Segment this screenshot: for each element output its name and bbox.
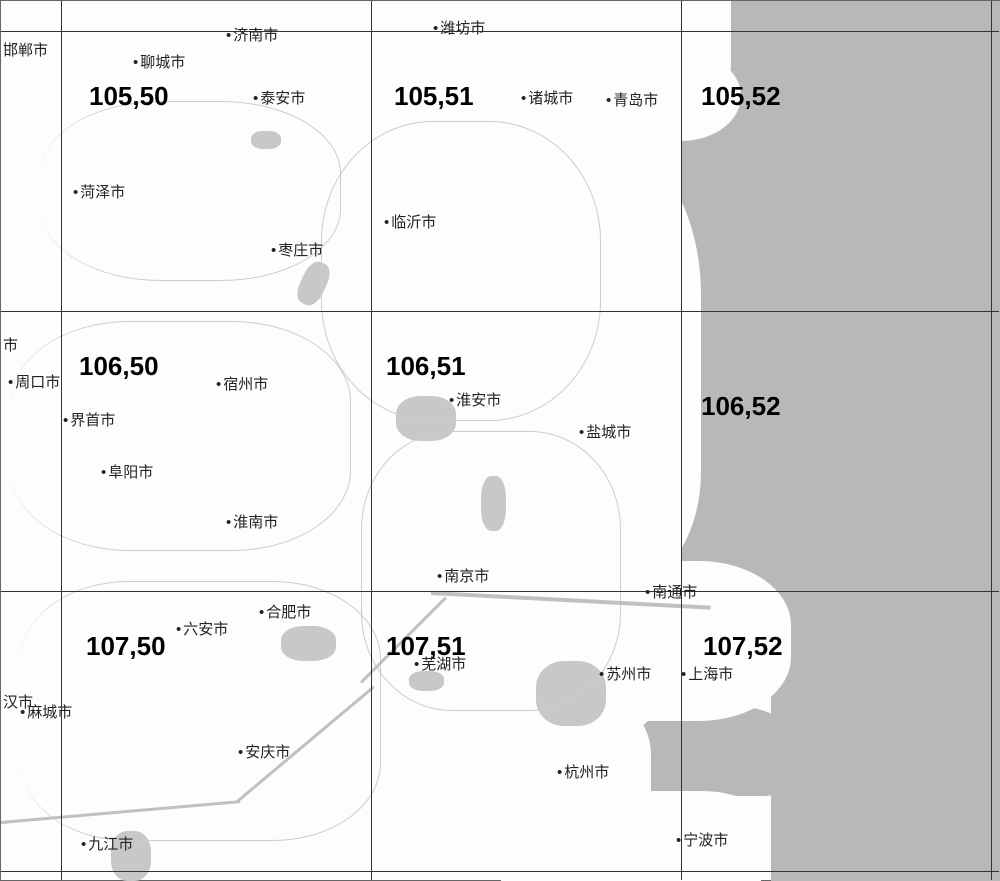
city-suzhou-js: 苏州市: [599, 663, 651, 684]
city-luan: 六安市: [176, 618, 228, 639]
map-container: 105,50 105,51 105,52 106,50 106,51 106,5…: [0, 0, 1000, 881]
city-liaocheng: 聊城市: [133, 51, 185, 72]
city-partial-west2: 市: [1, 334, 18, 355]
tile-label-8: 107,52: [703, 631, 783, 662]
tile-label-3: 106,50: [79, 351, 159, 382]
city-fuyang: 阜阳市: [101, 461, 153, 482]
city-anqing: 安庆市: [238, 741, 290, 762]
grid-v-0: [61, 1, 62, 880]
city-wuhu: 芜湖市: [414, 653, 466, 674]
border-2: [11, 321, 351, 551]
tile-label-1: 105,51: [394, 81, 474, 112]
city-handan: 邯郸市: [1, 39, 48, 60]
grid-h-2: [1, 591, 999, 592]
city-hangzhou: 杭州市: [557, 761, 609, 782]
city-taian: 泰安市: [253, 87, 305, 108]
city-yancheng: 盐城市: [579, 421, 631, 442]
city-shanghai: 上海市: [681, 663, 733, 684]
tile-label-2: 105,52: [701, 81, 781, 112]
city-ningbo: 宁波市: [676, 829, 728, 850]
city-qingdao: 青岛市: [606, 89, 658, 110]
ocean-east: [771, 561, 1000, 881]
tile-label-5: 106,52: [701, 391, 781, 422]
city-jinan: 济南市: [226, 24, 278, 45]
grid-h-0: [1, 31, 999, 32]
city-huainan: 淮南市: [226, 511, 278, 532]
city-zhucheng: 诸城市: [521, 87, 573, 108]
tile-label-0: 105,50: [89, 81, 169, 112]
tile-label-6: 107,50: [86, 631, 166, 662]
city-hefei: 合肥市: [259, 601, 311, 622]
city-partial-west1: 汉市: [1, 691, 33, 712]
city-jieshou: 界首市: [63, 409, 115, 430]
city-zaozhuang: 枣庄市: [271, 239, 323, 260]
border-5: [361, 431, 621, 711]
city-heze: 菏泽市: [73, 181, 125, 202]
city-weifang: 潍坊市: [433, 17, 485, 38]
grid-v-2: [681, 1, 682, 880]
coast-zhejiang2: [561, 791, 761, 881]
city-huaian: 淮安市: [449, 389, 501, 410]
city-linyi: 临沂市: [384, 211, 436, 232]
city-jiujiang: 九江市: [81, 833, 133, 854]
city-suzhou-ah: 宿州市: [216, 373, 268, 394]
grid-v-3: [991, 1, 992, 880]
tile-label-4: 106,51: [386, 351, 466, 382]
grid-v-1: [371, 1, 372, 880]
city-nantong: 南通市: [645, 581, 697, 602]
city-zhoukou: 周口市: [8, 371, 60, 392]
city-nanjing: 南京市: [437, 565, 489, 586]
grid-h-1: [1, 311, 999, 312]
grid-h-3: [1, 871, 999, 872]
